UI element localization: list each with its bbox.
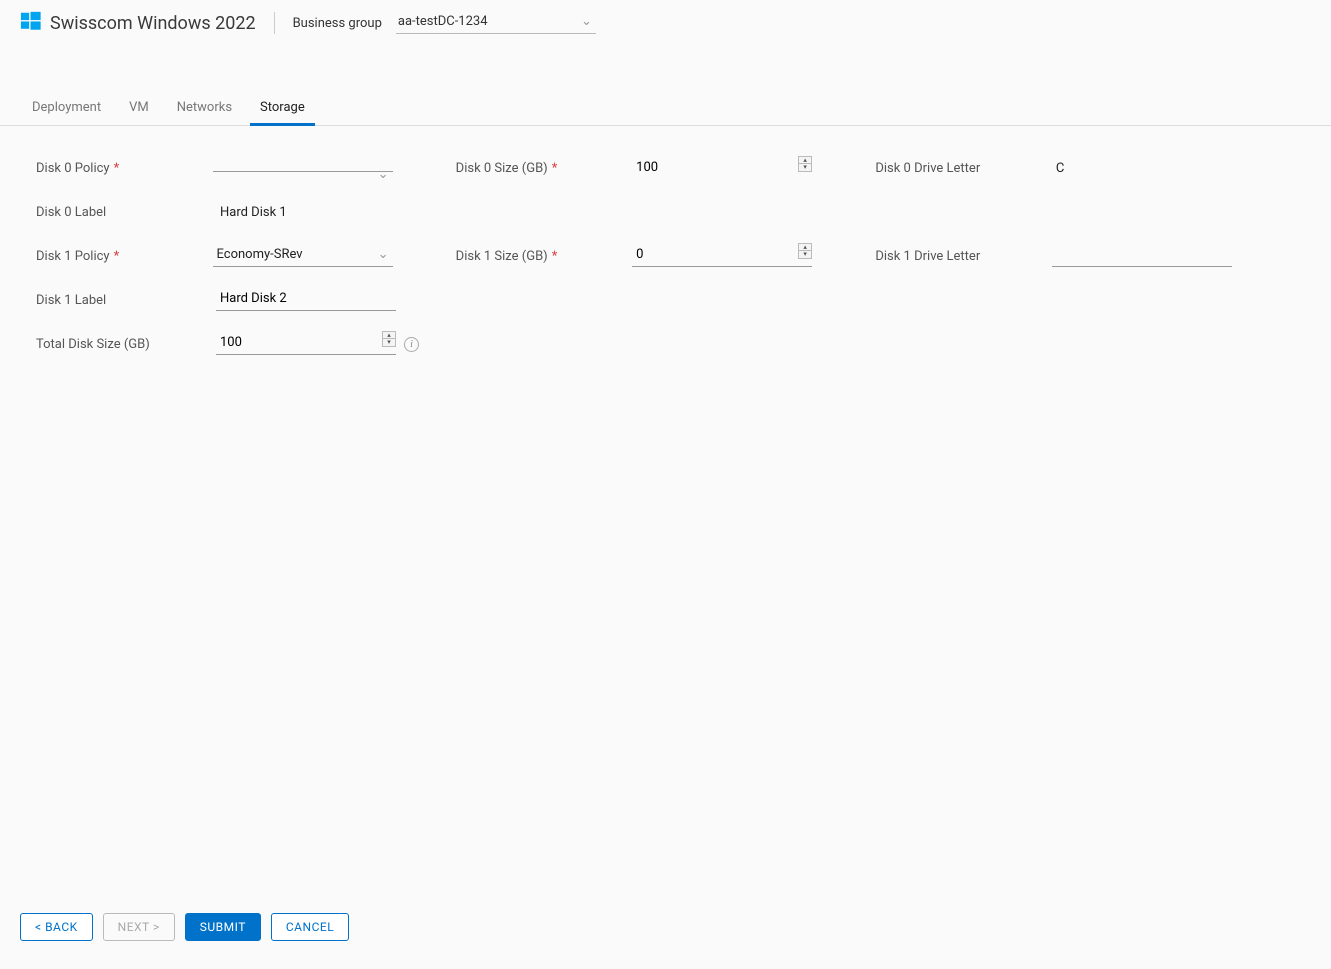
disk0-drive-letter-label: Disk 0 Drive Letter (875, 161, 980, 176)
required-marker: * (114, 161, 120, 176)
cancel-button[interactable]: CANCEL (271, 913, 349, 941)
total-disk-size-stepper[interactable]: ▴▾ (216, 333, 396, 355)
disk0-policy-value (213, 165, 393, 172)
total-disk-size-label: Total Disk Size (GB) (36, 337, 150, 352)
disk0-size-label: Disk 0 Size (GB) (456, 161, 548, 176)
required-marker: * (114, 249, 120, 264)
business-group-select[interactable]: aa-testDC-1234 ⌄ (396, 12, 596, 34)
windows-icon (20, 10, 50, 36)
business-group-value: aa-testDC-1234 (396, 12, 596, 34)
tab-storage[interactable]: Storage (246, 90, 319, 125)
disk0-label-label: Disk 0 Label (36, 205, 106, 220)
divider (274, 12, 275, 34)
disk0-drive-letter-value: C (1052, 161, 1064, 176)
storage-form: Disk 0 Policy * ⌄ Disk 0 Size (GB) * ▴▾ Di… (0, 126, 1331, 386)
tab-deployment[interactable]: Deployment (18, 90, 115, 125)
required-marker: * (552, 161, 558, 176)
disk1-drive-letter-label: Disk 1 Drive Letter (875, 249, 980, 264)
disk1-size-input[interactable] (632, 245, 812, 266)
spinner-down-icon[interactable]: ▾ (799, 164, 811, 171)
page-header: Swisscom Windows 2022 Business group aa-… (0, 0, 1331, 50)
spinner-down-icon[interactable]: ▾ (799, 251, 811, 258)
back-button[interactable]: < BACK (20, 913, 93, 941)
spinner-icon[interactable]: ▴▾ (382, 331, 396, 347)
spinner-icon[interactable]: ▴▾ (798, 156, 812, 172)
submit-button[interactable]: SUBMIT (185, 913, 261, 941)
disk0-size-stepper[interactable]: ▴▾ (632, 158, 812, 179)
disk1-drive-letter-input[interactable] (1052, 245, 1232, 266)
tab-networks[interactable]: Networks (163, 90, 246, 125)
disk0-size-input[interactable] (632, 158, 812, 179)
disk1-size-label: Disk 1 Size (GB) (456, 249, 548, 264)
spinner-down-icon[interactable]: ▾ (383, 339, 395, 346)
disk1-label-input[interactable] (216, 289, 396, 310)
tab-vm[interactable]: VM (115, 90, 163, 125)
business-group-label: Business group (293, 16, 382, 31)
disk1-size-stepper[interactable]: ▴▾ (632, 245, 812, 267)
tab-bar: Deployment VM Networks Storage (0, 90, 1331, 126)
disk0-policy-select[interactable]: ⌄ (213, 165, 393, 172)
info-icon[interactable]: i (404, 337, 419, 352)
total-disk-size-input[interactable] (216, 333, 396, 354)
disk1-policy-value: Economy-SRev (213, 245, 393, 267)
spinner-icon[interactable]: ▴▾ (798, 243, 812, 259)
next-button[interactable]: NEXT > (103, 913, 175, 941)
disk0-label-value: Hard Disk 1 (216, 205, 287, 220)
disk1-policy-select[interactable]: Economy-SRev ⌄ (213, 245, 393, 267)
disk0-policy-label: Disk 0 Policy (36, 161, 110, 176)
page-title: Swisscom Windows 2022 (50, 13, 256, 34)
chevron-down-icon: ⌄ (581, 14, 592, 29)
required-marker: * (552, 249, 558, 264)
wizard-footer: < BACK NEXT > SUBMIT CANCEL (20, 913, 349, 941)
disk1-policy-label: Disk 1 Policy (36, 249, 110, 264)
disk1-label-label: Disk 1 Label (36, 293, 106, 308)
